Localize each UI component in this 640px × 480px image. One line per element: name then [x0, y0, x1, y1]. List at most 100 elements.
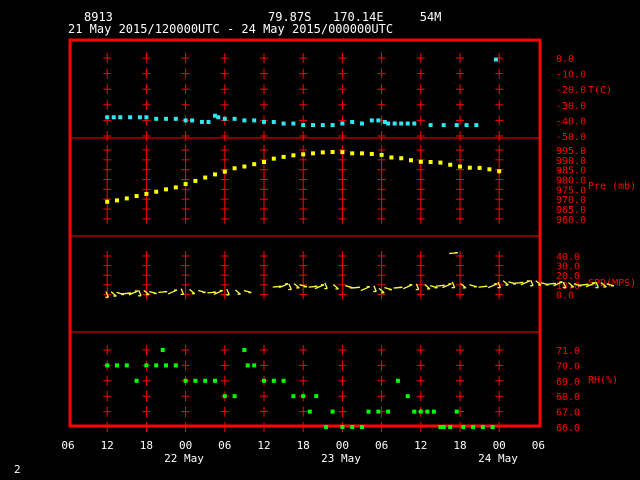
temperature-point	[350, 119, 355, 124]
y-tick-label: 0.0	[556, 290, 574, 301]
pressure-point	[389, 155, 394, 160]
pressure-point	[281, 154, 286, 159]
pressure-point	[448, 162, 453, 167]
temperature-point	[340, 121, 345, 126]
pressure-point	[320, 150, 325, 155]
temperature-point	[111, 115, 116, 120]
page-number: 2	[14, 463, 21, 476]
rh-point	[115, 363, 119, 368]
pressure-point	[213, 172, 217, 177]
pressure-point	[203, 175, 208, 180]
rh-point	[183, 378, 188, 383]
rh-point	[471, 425, 476, 429]
temperature-point	[118, 115, 123, 120]
rh-point	[301, 394, 306, 399]
pressure-point	[438, 160, 443, 165]
x-tick-label: 06	[61, 439, 74, 452]
pressure-point	[164, 187, 168, 192]
pressure-point	[418, 159, 423, 164]
temperature-point	[271, 119, 276, 124]
rh-point	[324, 425, 329, 429]
pressure-point	[301, 152, 306, 157]
x-tick-label: 06	[532, 439, 545, 452]
temperature-point	[301, 123, 306, 128]
rh-point	[340, 425, 345, 429]
pressure-point	[477, 165, 482, 170]
y-tick-label: 0.0	[556, 54, 574, 65]
temperature-point	[242, 118, 247, 123]
pressure-point	[311, 151, 315, 156]
wind-arrow	[530, 279, 534, 286]
pressure-point	[262, 160, 266, 165]
temperature-point	[137, 115, 142, 120]
rh-point	[425, 409, 430, 414]
x-tick-label: 12	[101, 439, 114, 452]
rh-point	[213, 378, 217, 383]
rh-point	[281, 378, 286, 383]
y-tick-label: -30.0	[556, 101, 586, 112]
rh-point	[262, 378, 266, 383]
pressure-point	[105, 199, 110, 204]
rh-point	[454, 409, 459, 414]
x-tick-label: 18	[140, 439, 153, 452]
rh-point	[193, 378, 198, 383]
temperature-point	[154, 116, 159, 121]
pressure-point	[458, 164, 462, 169]
temperature-point	[330, 123, 335, 128]
rh-point	[350, 425, 355, 429]
temperature-point	[128, 115, 133, 120]
temperature-axis-label: T(C)	[588, 85, 612, 96]
rh-point	[271, 378, 276, 383]
rh-point	[418, 409, 423, 414]
rh-point	[134, 378, 139, 383]
rh-point	[291, 394, 296, 399]
x-tick-label: 18	[453, 439, 466, 452]
rh-point	[386, 409, 391, 414]
temperature-point	[428, 123, 433, 128]
wind-arrow	[451, 281, 456, 288]
pressure-point	[115, 198, 119, 203]
temperature-point	[232, 116, 237, 121]
pressure-point	[467, 165, 472, 170]
y-tick-label: 70.0	[556, 361, 580, 372]
pressure-point	[497, 169, 502, 174]
temperature-point	[399, 121, 404, 126]
x-tick-label: 06	[218, 439, 231, 452]
x-tick-label: 12	[414, 439, 427, 452]
temperature-point	[252, 118, 257, 123]
temperature-point	[262, 119, 266, 124]
y-tick-label: -20.0	[556, 85, 586, 96]
temperature-point	[360, 121, 364, 126]
rh-point	[245, 363, 250, 368]
temperature-point	[216, 115, 221, 120]
meteogram-chart: 06 12 18 00 06 12 18 00 06 12 18 00 06 22 May 23 May 24…	[61, 38, 636, 465]
rh-point	[395, 378, 400, 383]
pressure-point	[183, 182, 188, 187]
rh-point	[124, 363, 129, 368]
temperature-point	[369, 118, 374, 123]
pressure-point	[242, 164, 247, 169]
x-tick-label: 06	[375, 439, 388, 452]
wind-arrow	[180, 288, 185, 295]
relative_humidity-axis-label: RH(%)	[588, 375, 618, 386]
rh-point	[376, 409, 381, 414]
y-tick-label: 68.0	[556, 392, 580, 403]
pressure-point	[330, 149, 335, 154]
y-tick-label: 71.0	[556, 346, 580, 357]
wind-arrow	[324, 282, 328, 289]
y-tick-label: -50.0	[556, 132, 586, 143]
rh-point	[360, 425, 364, 429]
pressure-point	[144, 191, 149, 196]
rh-point	[412, 409, 417, 414]
rh-point	[490, 425, 495, 429]
pressure-point	[193, 178, 198, 183]
pressure-point	[222, 169, 227, 174]
temperature-point	[105, 115, 110, 120]
temperature-point	[190, 118, 195, 123]
pressure-point	[154, 189, 159, 194]
pressure-point	[340, 150, 345, 155]
pressure-point	[399, 156, 404, 161]
plot-frame	[68, 38, 542, 428]
pressure-point	[134, 194, 139, 199]
y-tick-label: -10.0	[556, 70, 586, 81]
